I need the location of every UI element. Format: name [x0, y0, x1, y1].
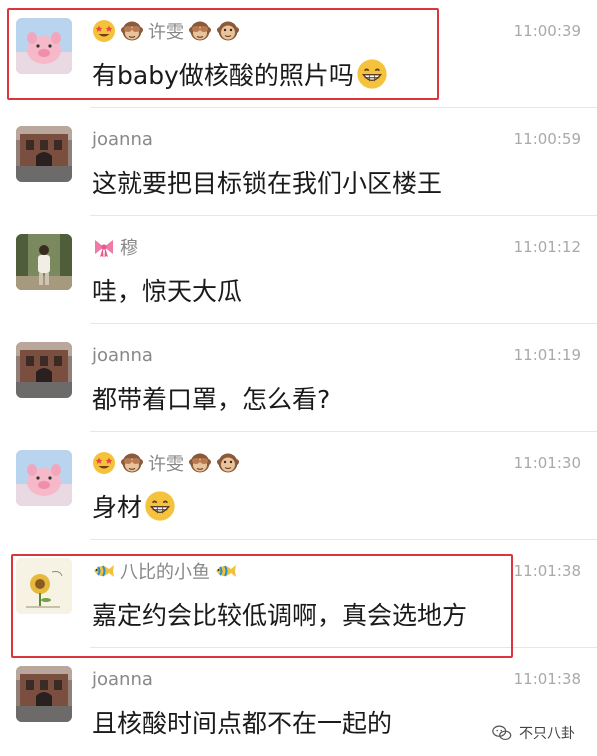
grinning-emoji-icon [356, 58, 388, 90]
message-text[interactable]: 身材 [92, 488, 176, 524]
see-no-evil-monkey-emoji-icon [120, 451, 144, 475]
pink-pig-avatar[interactable] [16, 450, 72, 506]
message-time: 11:01:38 [513, 670, 581, 688]
sender-name-row: 八比的小鱼 [92, 558, 238, 584]
message-text-content: 且核酸时间点都不在一起的 [92, 709, 393, 738]
sender-name: 许雯 [148, 454, 184, 475]
sender-name: joanna [92, 344, 153, 366]
building-street-avatar[interactable] [16, 666, 72, 722]
monkey-face-emoji-icon [216, 19, 240, 43]
ribbon-emoji-icon [92, 235, 116, 259]
chat-message-item[interactable]: 八比的小鱼 11:01:38 嘉定约会比较低调啊，真会选地方 [0, 540, 597, 648]
sender-name-row: joanna [92, 342, 153, 368]
monkey-face-emoji-icon [216, 451, 240, 475]
chat-message-list[interactable]: 许雯 11:00:39 有baby做核酸的照片吗 joanna 11:00:59… [0, 0, 597, 756]
watermark-text: 不只八卦 [519, 726, 575, 742]
watermark: 不只八卦 [487, 720, 579, 746]
star-struck-emoji-icon [92, 19, 116, 43]
see-no-evil-monkey-emoji-icon [120, 19, 144, 43]
grinning-emoji-icon [144, 490, 176, 522]
message-text-content: 身材 [92, 493, 143, 522]
message-text[interactable]: 这就要把目标锁在我们小区楼王 [92, 164, 442, 200]
building-street-avatar[interactable] [16, 342, 72, 398]
wechat-icon [491, 722, 513, 744]
message-text-content: 嘉定约会比较低调啊，真会选地方 [92, 601, 468, 630]
message-time: 11:00:59 [513, 130, 581, 148]
sender-name: 八比的小鱼 [120, 562, 210, 583]
message-text-content: 这就要把目标锁在我们小区楼王 [92, 169, 443, 198]
chat-message-item[interactable]: 许雯 11:01:30 身材 [0, 432, 597, 540]
pink-pig-avatar[interactable] [16, 18, 72, 74]
message-text[interactable]: 有baby做核酸的照片吗 [92, 56, 388, 92]
star-struck-emoji-icon [92, 451, 116, 475]
sender-name: 穆 [120, 238, 138, 259]
tropical-fish-emoji-icon [92, 559, 116, 583]
chat-message-item[interactable]: 许雯 11:00:39 有baby做核酸的照片吗 [0, 0, 597, 108]
sender-name-row: 穆 [92, 234, 138, 260]
sender-name: 许雯 [148, 22, 184, 43]
see-no-evil-monkey-emoji-icon [188, 451, 212, 475]
see-no-evil-monkey-emoji-icon [188, 19, 212, 43]
chat-message-item[interactable]: 穆 11:01:12 哇，惊天大瓜 [0, 216, 597, 324]
building-street-avatar[interactable] [16, 126, 72, 182]
message-time: 11:01:12 [513, 238, 581, 256]
message-time: 11:01:19 [513, 346, 581, 364]
message-text-content: 哇，惊天大瓜 [92, 277, 243, 306]
sender-name: joanna [92, 128, 153, 150]
sender-name: joanna [92, 668, 153, 690]
message-time: 11:01:38 [513, 562, 581, 580]
message-time: 11:01:30 [513, 454, 581, 472]
message-text[interactable]: 哇，惊天大瓜 [92, 272, 242, 308]
sender-name-row: 许雯 [92, 450, 240, 476]
tropical-fish-emoji-icon [214, 559, 238, 583]
sender-name-row: joanna [92, 126, 153, 152]
message-time: 11:00:39 [513, 22, 581, 40]
person-forest-avatar[interactable] [16, 234, 72, 290]
message-text-content: 有baby做核酸的照片吗 [92, 61, 354, 90]
sender-name-row: joanna [92, 666, 153, 692]
message-text[interactable]: 且核酸时间点都不在一起的 [92, 704, 392, 740]
message-text[interactable]: 嘉定约会比较低调啊，真会选地方 [92, 596, 467, 632]
sunflower-drawing-avatar[interactable] [16, 558, 72, 614]
chat-message-item[interactable]: joanna 11:00:59 这就要把目标锁在我们小区楼王 [0, 108, 597, 216]
message-text-content: 都带着口罩，怎么看? [92, 385, 331, 414]
message-text[interactable]: 都带着口罩，怎么看? [92, 380, 330, 416]
sender-name-row: 许雯 [92, 18, 240, 44]
chat-message-item[interactable]: joanna 11:01:19 都带着口罩，怎么看? [0, 324, 597, 432]
